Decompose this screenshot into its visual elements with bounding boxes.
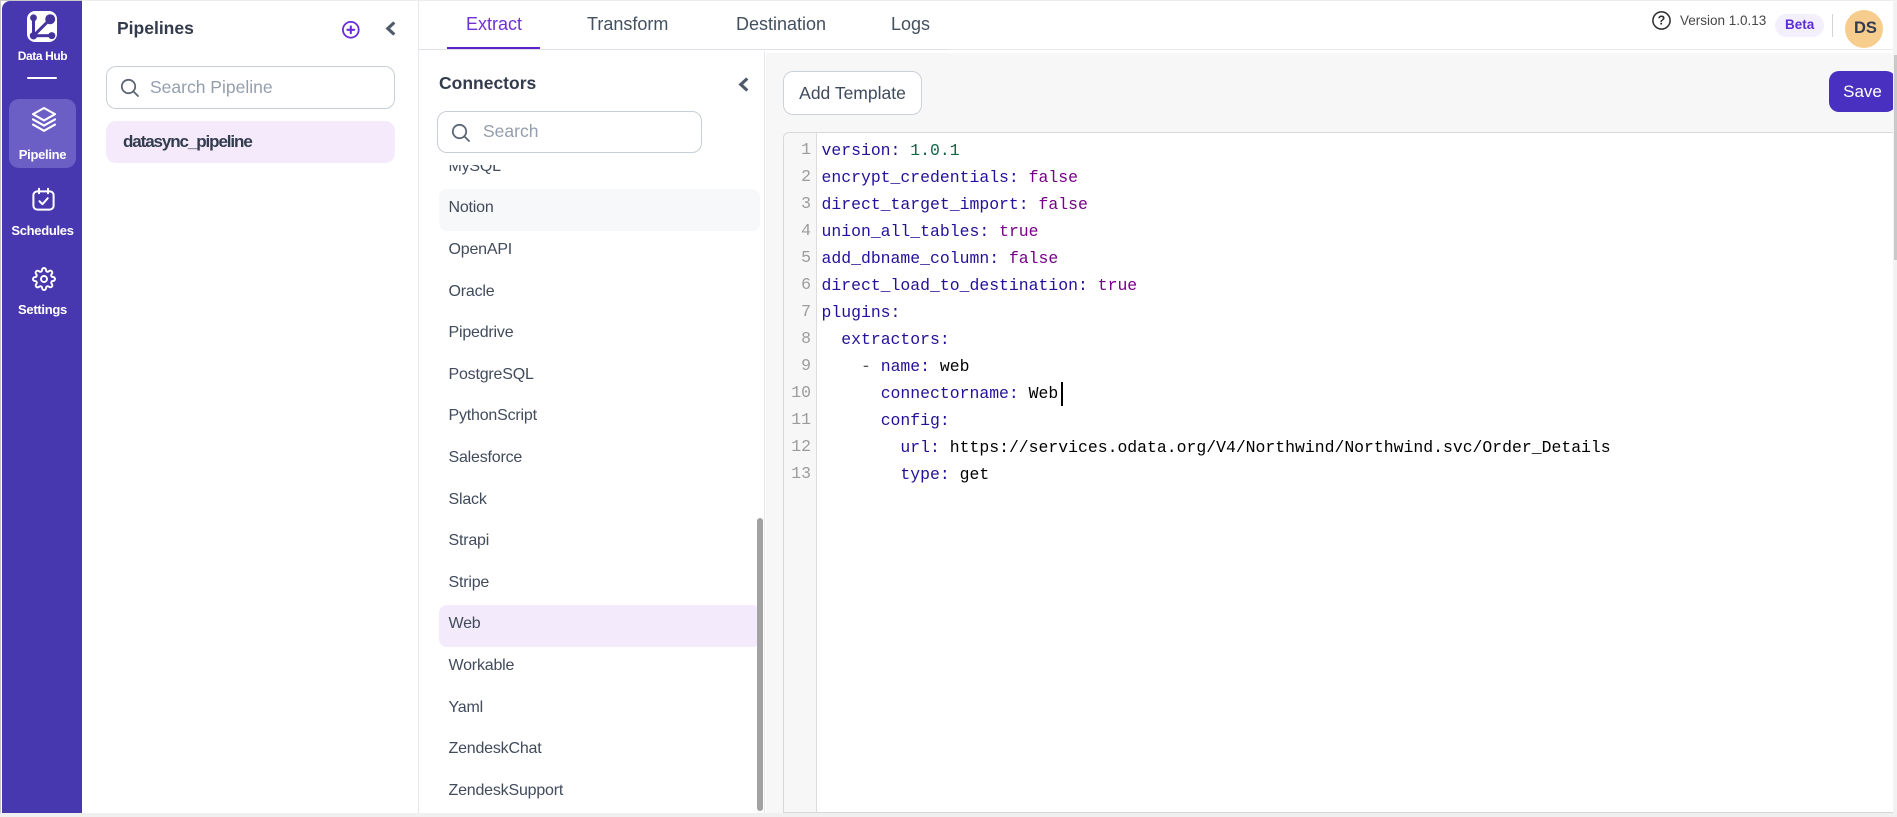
svg-text:?: ? [1658,14,1666,28]
